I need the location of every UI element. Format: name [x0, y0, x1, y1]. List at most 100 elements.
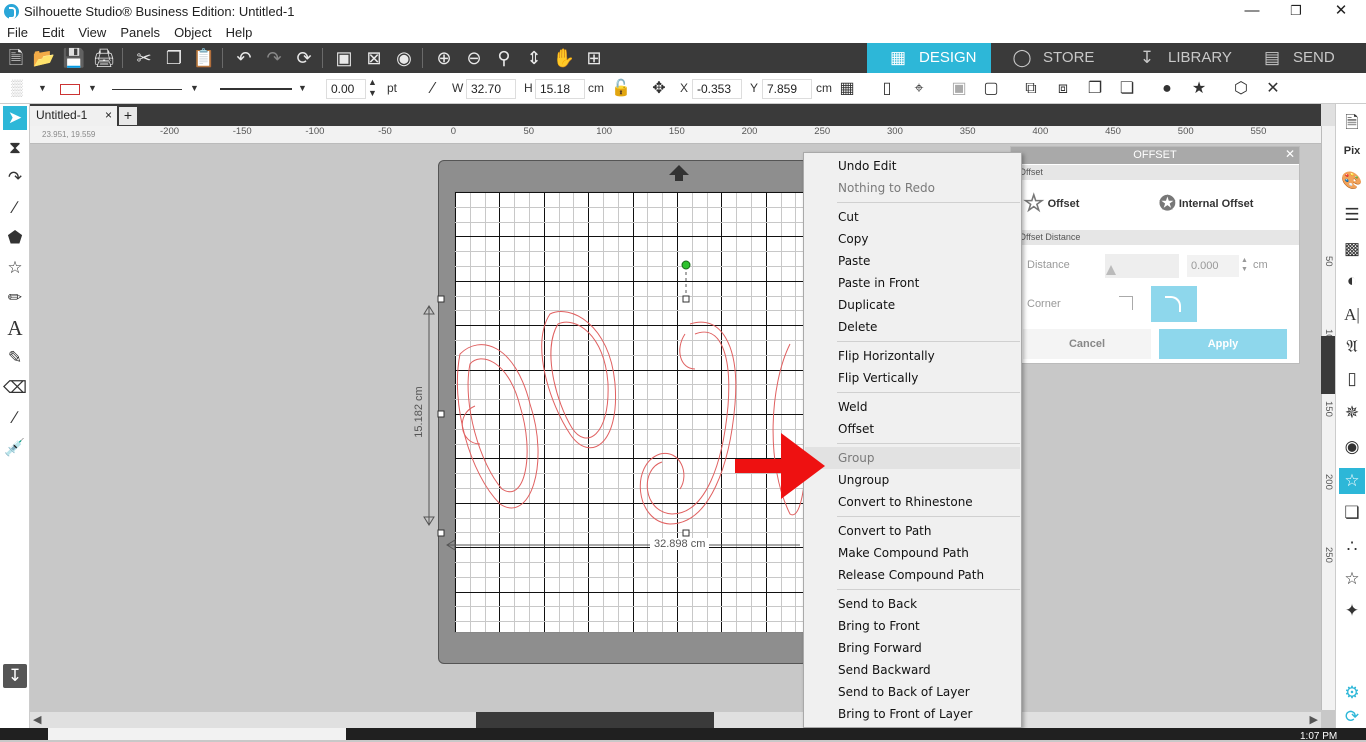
apply-button[interactable]: Apply	[1159, 329, 1287, 359]
menu-item-delete[interactable]: Delete	[805, 316, 1020, 338]
close-panel-icon[interactable]: ✕	[1285, 147, 1295, 161]
horizontal-scrollbar[interactable]: ◀ ▶	[30, 712, 1321, 728]
arrange-back-icon[interactable]: ⧈	[1052, 78, 1074, 100]
width-input[interactable]: 32.70	[466, 79, 516, 99]
polygon-tool-icon[interactable]: ⬟	[3, 226, 27, 250]
dropdown-arrow-icon[interactable]: ▼	[38, 77, 47, 99]
add-tab-button[interactable]: +	[119, 107, 137, 125]
text-tool-icon[interactable]: A	[3, 316, 27, 340]
menu-item-copy[interactable]: Copy	[805, 228, 1020, 250]
tab-untitled-1[interactable]: Untitled-1 ×	[30, 106, 117, 126]
ungroup-icon[interactable]: ▢	[980, 78, 1002, 100]
tab-design[interactable]: ▦ DESIGN	[867, 43, 991, 73]
menu-item-flip-vertically[interactable]: Flip Vertically	[805, 367, 1020, 389]
group-icon[interactable]: ▣	[948, 78, 970, 100]
menu-item-offset[interactable]: Offset	[805, 418, 1020, 440]
pixscan-icon[interactable]: Pix	[1339, 138, 1365, 164]
align-icon[interactable]: ▯	[876, 78, 898, 100]
line-style-preview[interactable]	[112, 89, 182, 90]
eyedropper-tool-icon[interactable]: 💉	[3, 436, 27, 460]
star-offset-icon[interactable]: ★	[1188, 78, 1210, 100]
align-panel-icon[interactable]: ▯	[1339, 366, 1365, 392]
rhinestone-icon[interactable]: ∴	[1339, 534, 1365, 560]
deselect-icon[interactable]: ⊠	[362, 47, 386, 69]
copy-icon[interactable]: ❐	[162, 47, 186, 69]
menu-object[interactable]: Object	[167, 23, 219, 40]
rotate-handle[interactable]	[681, 260, 691, 270]
move-arrows-icon[interactable]: ⇕	[522, 47, 546, 69]
menu-item-send-to-back[interactable]: Send to Back	[805, 593, 1020, 615]
line-color-swatch[interactable]	[60, 84, 80, 95]
arrange-icon[interactable]: ⧉	[1020, 78, 1042, 100]
transparency-icon[interactable]: ◐	[1339, 268, 1365, 294]
selection-handle[interactable]	[437, 529, 445, 537]
anchor-grid-icon[interactable]: ▦	[836, 78, 858, 100]
distance-input[interactable]: 0.000	[1187, 255, 1239, 277]
compound-path-icon[interactable]: ●	[1156, 78, 1178, 100]
select-pointer-icon[interactable]: ➤	[3, 106, 27, 130]
corner-round-button[interactable]	[1151, 286, 1197, 322]
vertical-scroll-top[interactable]	[1321, 104, 1335, 126]
close-tab-icon[interactable]: ×	[105, 108, 112, 122]
open-folder-icon[interactable]: 📂	[32, 47, 56, 69]
sync-icon[interactable]: ⟳	[1339, 704, 1365, 730]
3d-box-icon[interactable]: ⬡	[1230, 78, 1252, 100]
settings-gear-icon[interactable]: ⚙	[1339, 680, 1365, 706]
new-file-icon[interactable]: 🗎	[4, 47, 28, 69]
vertical-scrollbar-thumb[interactable]	[1321, 336, 1335, 394]
offset-panel-icon[interactable]: ☆	[1339, 468, 1365, 494]
redo-icon[interactable]: ↷	[262, 47, 286, 69]
line-style-icon[interactable]: ☰	[1339, 202, 1365, 228]
close-window-button[interactable]: ✕	[1321, 2, 1361, 22]
slider-handle[interactable]	[1106, 265, 1116, 275]
trace-icon[interactable]: ❏	[1339, 500, 1365, 526]
line-tool-icon[interactable]: ∕	[3, 196, 27, 220]
height-input[interactable]: 15.18	[535, 79, 585, 99]
menu-item-send-to-back-of-layer[interactable]: Send to Back of Layer	[805, 681, 1020, 703]
selection-handle[interactable]	[437, 295, 445, 303]
tab-store[interactable]: ◯ STORE	[991, 43, 1116, 73]
x-position-input[interactable]: -0.353	[692, 79, 742, 99]
zoom-selection-icon[interactable]: ⚲	[492, 47, 516, 69]
refresh-icon[interactable]: ⟳	[292, 47, 316, 69]
menu-item-nothing-to-redo[interactable]: Nothing to Redo	[805, 177, 1020, 199]
cut-icon[interactable]: ✂	[132, 47, 156, 69]
menu-edit[interactable]: Edit	[35, 23, 71, 40]
tab-send[interactable]: ▤ SEND	[1241, 43, 1366, 73]
menu-help[interactable]: Help	[219, 23, 260, 40]
paste-icon[interactable]: 📋	[192, 47, 216, 69]
menu-item-make-compound-path[interactable]: Make Compound Path	[805, 542, 1020, 564]
tab-library[interactable]: ↧ LIBRARY	[1116, 43, 1241, 73]
replicate-icon[interactable]: ✵	[1339, 400, 1365, 426]
sketch-icon[interactable]: 𝔄	[1339, 334, 1365, 360]
bring-forward-icon[interactable]: ❏	[1116, 78, 1138, 100]
print-icon[interactable]: 🖨	[92, 47, 116, 69]
scroll-right-icon[interactable]: ▶	[1310, 713, 1318, 726]
menu-item-undo-edit[interactable]: Undo Edit	[805, 155, 1020, 177]
star-outline-icon[interactable]: ☆	[1339, 566, 1365, 592]
fill-color-icon[interactable]: 🎨	[1339, 168, 1365, 194]
menu-item-bring-to-front[interactable]: Bring to Front	[805, 615, 1020, 637]
menu-file[interactable]: File	[0, 23, 35, 40]
menu-view[interactable]: View	[71, 23, 113, 40]
scroll-left-icon[interactable]: ◀	[33, 713, 41, 726]
restore-button[interactable]: ❐	[1276, 2, 1316, 22]
zoom-in-icon[interactable]: ⊕	[432, 47, 456, 69]
distance-slider[interactable]	[1105, 254, 1179, 278]
minimize-button[interactable]: —	[1232, 2, 1272, 22]
send-backward-icon[interactable]: ❐	[1084, 78, 1106, 100]
fit-page-icon[interactable]: ⊞	[582, 47, 606, 69]
menu-item-group[interactable]: Group	[805, 447, 1020, 469]
menu-item-cut[interactable]: Cut	[805, 206, 1020, 228]
star-tool-icon[interactable]: ☆	[3, 256, 27, 280]
edit-points-icon[interactable]: ⧗	[3, 136, 27, 160]
knife-tool-icon[interactable]: ∕	[3, 406, 27, 430]
stepper-icon[interactable]: ▲ ▼	[1241, 256, 1248, 274]
horizontal-scrollbar-thumb[interactable]	[476, 712, 714, 728]
fill-pattern-icon[interactable]: ▩	[1339, 236, 1365, 262]
selection-handle[interactable]	[437, 410, 445, 418]
select-all-icon[interactable]: ▣	[332, 47, 356, 69]
taskbar-search[interactable]	[48, 728, 346, 740]
stepper-icon[interactable]: ▲ ▼	[368, 77, 377, 99]
menu-item-ungroup[interactable]: Ungroup	[805, 469, 1020, 491]
